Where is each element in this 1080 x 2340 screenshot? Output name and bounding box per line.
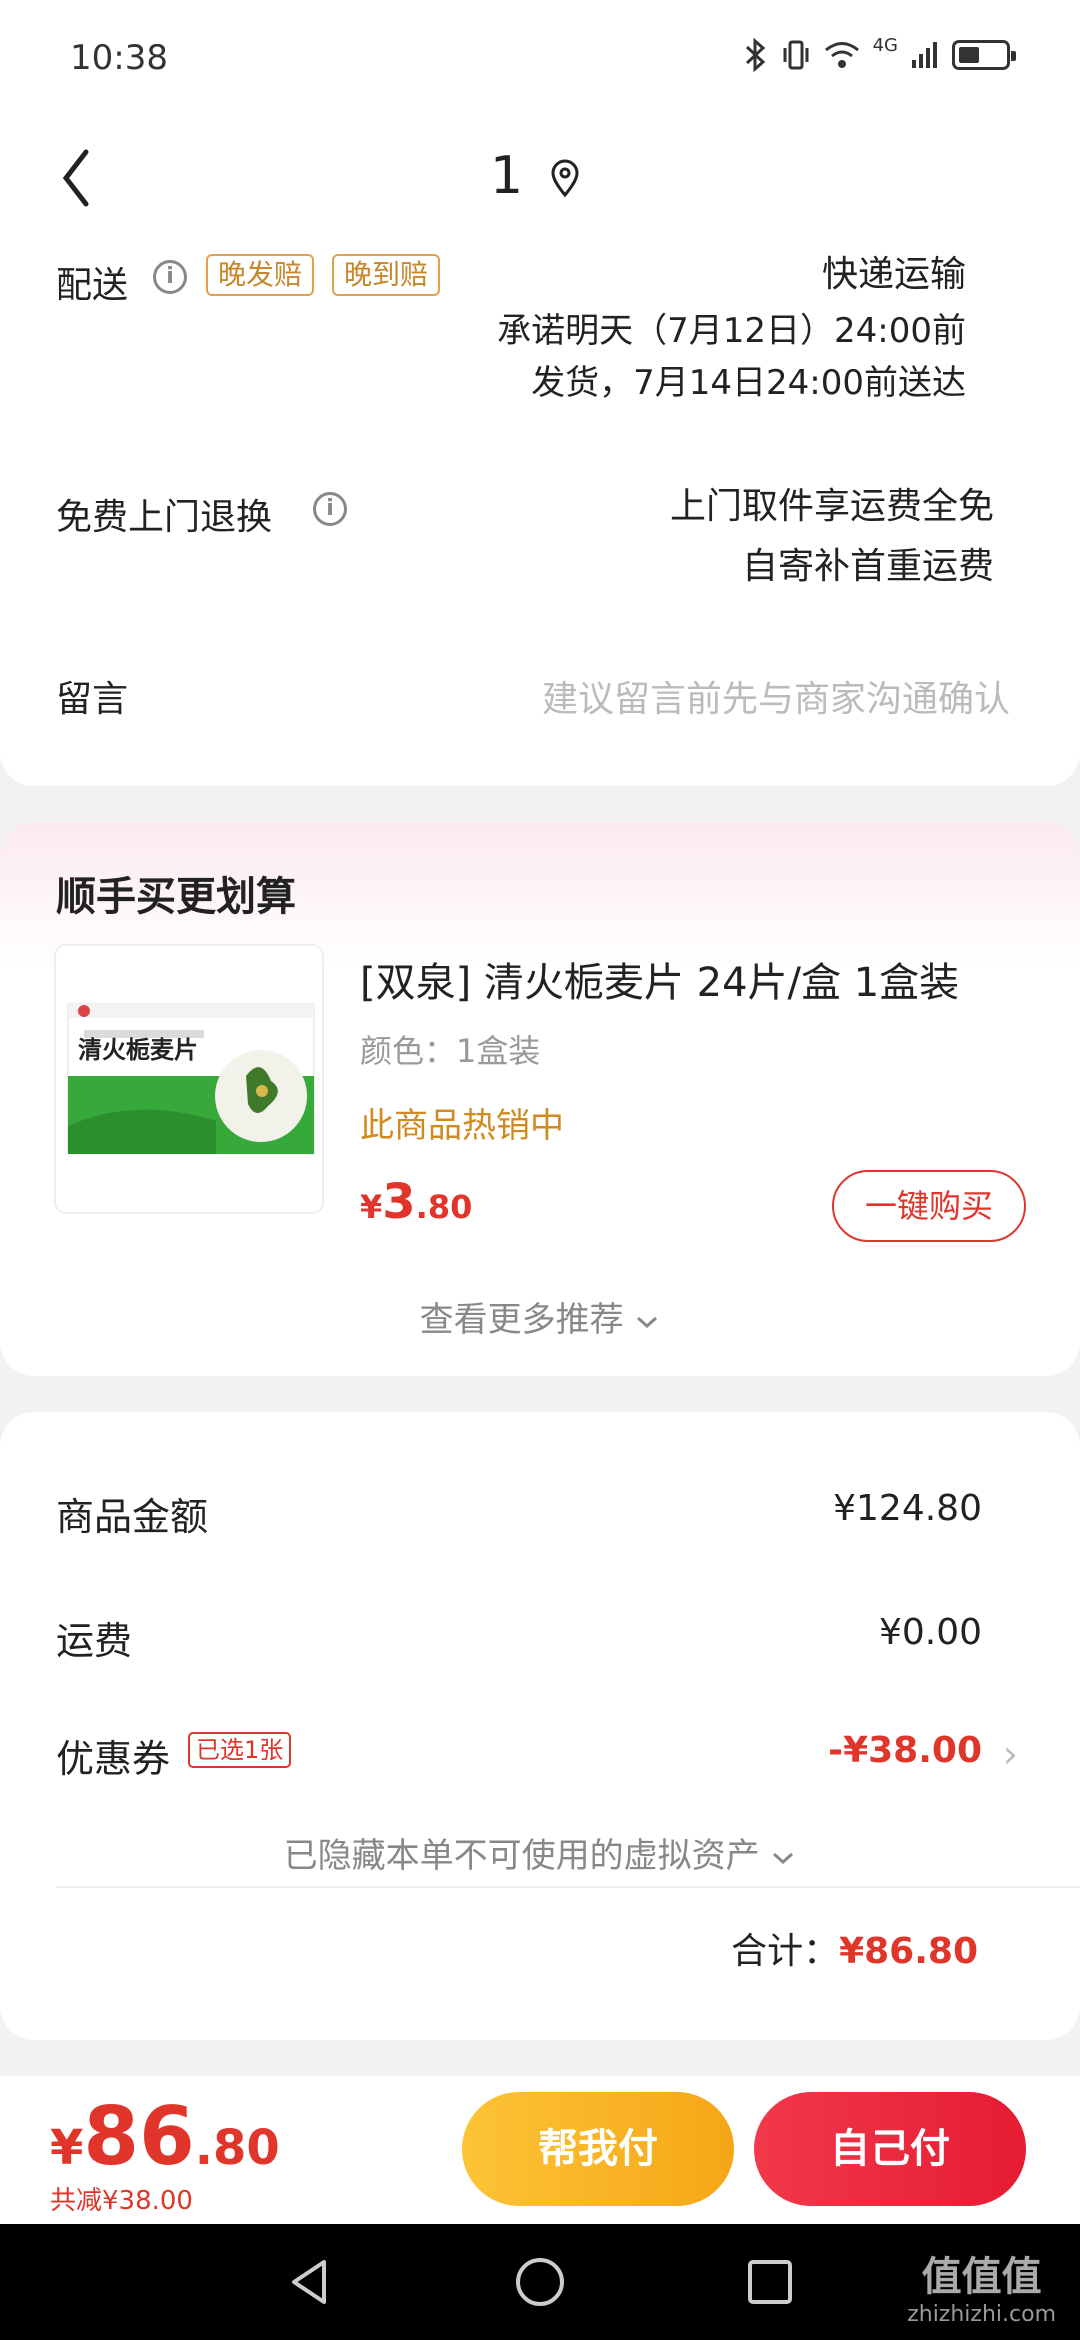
status-icons: 4G — [743, 34, 1016, 72]
product-spec: 颜色：1盒装 — [360, 1032, 541, 1070]
one-click-buy-button[interactable]: 一键购买 — [832, 1170, 1026, 1242]
product-image-text: 清火栀麦片 — [78, 1035, 198, 1064]
watermark-logo: 值值值 — [921, 2254, 1042, 2300]
product-title[interactable]: [双泉] 清火栀麦片 24片/盒 1盒装 — [360, 950, 959, 1008]
delivery-method: 快递运输 — [821, 254, 966, 295]
delivery-promise-line1: 承诺明天（7月12日）24:00前 — [497, 311, 966, 351]
product-price-symbol: ¥ — [360, 1188, 383, 1226]
chevron-down-icon — [773, 1852, 794, 1864]
product-price-int: 3 — [382, 1174, 416, 1230]
total-value: ¥86.80 — [839, 1931, 978, 1972]
location-pin-icon[interactable] — [548, 158, 582, 198]
chevron-down-icon — [637, 1316, 658, 1328]
saved-amount: 共减¥38.00 — [50, 2186, 193, 2216]
hidden-assets-label: 已隐藏本单不可使用的虚拟资产 — [283, 1836, 760, 1876]
returns-label: 免费上门退换 — [56, 497, 273, 538]
recommend-heading: 顺手买更划算 — [56, 874, 296, 920]
returns-line1: 上门取件享运费全免 — [669, 486, 994, 527]
shipping-label: 运费 — [56, 1619, 133, 1663]
shipping-value: ¥0.00 — [878, 1612, 982, 1653]
late-shipping-tag: 晚发赔 — [206, 254, 315, 296]
order-options-card: 配送 i 晚发赔 晚到赔 快递运输 承诺明天（7月12日）24:00前 发货，7… — [0, 238, 1080, 786]
recommend-card: 顺手买更划算 清火栀麦片 [双泉] 清火栀麦片 24片/盒 1盒装 颜色：1盒装… — [0, 822, 1080, 1376]
nav-recents-icon[interactable] — [740, 2252, 800, 2312]
payable-price-dec: .80 — [194, 2120, 280, 2176]
payable-price-symbol: ¥ — [50, 2120, 84, 2176]
product-hot-label: 此商品热销中 — [360, 1106, 564, 1146]
chevron-right-icon[interactable]: › — [1003, 1732, 1018, 1776]
delivery-label: 配送 — [56, 265, 129, 306]
coupon-selected-tag: 已选1张 — [188, 1732, 292, 1768]
top-nav: 1 — [0, 118, 1080, 238]
coupon-value[interactable]: -¥38.00 — [828, 1730, 982, 1771]
watermark-url: zhizhizhi.com — [907, 2302, 1056, 2327]
divider — [56, 1886, 1080, 1888]
hidden-assets-toggle[interactable]: 已隐藏本单不可使用的虚拟资产 — [0, 1828, 1080, 1877]
payable-price: ¥86.80 — [50, 2090, 280, 2183]
battery-icon — [952, 40, 1016, 70]
self-pay-button[interactable]: 自己付 — [754, 2092, 1026, 2206]
goods-amount-value: ¥124.80 — [833, 1488, 982, 1529]
page-title: 1 — [490, 146, 524, 206]
message-label: 留言 — [56, 679, 129, 720]
goods-amount-label: 商品金额 — [56, 1495, 209, 1539]
medicine-box-image: 清火栀麦片 — [56, 946, 322, 1212]
see-more-recommend[interactable]: 查看更多推荐 — [0, 1292, 1080, 1341]
product-image[interactable]: 清火栀麦片 — [54, 944, 324, 1214]
delivery-promise-line2: 发货，7月14日24:00前送达 — [531, 363, 966, 403]
vibrate-icon — [783, 40, 809, 70]
nav-back-icon[interactable] — [280, 2252, 340, 2312]
delivery-info-icon[interactable]: i — [153, 260, 187, 294]
see-more-label: 查看更多推荐 — [419, 1300, 624, 1340]
message-input[interactable]: 建议留言前先与商家沟通确认 — [542, 670, 1010, 722]
returns-line2: 自寄补首重运费 — [741, 546, 994, 587]
total-label: 合计： — [731, 1931, 840, 1972]
coupon-label[interactable]: 优惠券 — [56, 1728, 170, 1783]
help-pay-button[interactable]: 帮我付 — [462, 2092, 734, 2206]
watermark: 值值值 zhizhizhi.com — [907, 2244, 1056, 2327]
status-time: 10:38 — [70, 38, 168, 78]
bluetooth-icon — [745, 38, 765, 72]
signal-icon — [912, 42, 937, 68]
returns-info-icon[interactable]: i — [313, 492, 347, 526]
back-arrow-icon[interactable] — [50, 138, 110, 218]
system-nav-bar: 值值值 zhizhizhi.com — [0, 2224, 1080, 2340]
nav-home-icon[interactable] — [510, 2252, 570, 2312]
late-delivery-tag: 晚到赔 — [332, 254, 441, 296]
wifi-icon — [824, 42, 859, 68]
payable-price-int: 86 — [83, 2090, 195, 2183]
network-type: 4G — [872, 34, 898, 56]
total-row: 合计：¥86.80 — [731, 1922, 978, 1974]
price-summary-card: 商品金额 ¥124.80 运费 ¥0.00 优惠券 已选1张 -¥38.00 ›… — [0, 1412, 1080, 2040]
product-price: ¥3.80 — [360, 1174, 472, 1230]
status-bar: 10:38 4G — [0, 0, 1080, 118]
checkout-bar: ¥86.80 共减¥38.00 帮我付 自己付 — [0, 2076, 1080, 2224]
product-price-dec: .80 — [415, 1188, 473, 1226]
